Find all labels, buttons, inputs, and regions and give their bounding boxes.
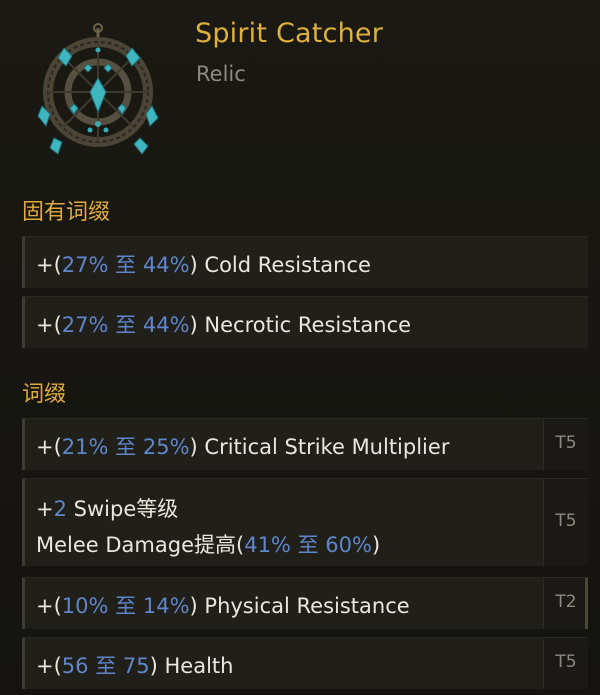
implicit-row: +(27% 至 44%) Cold Resistance xyxy=(22,236,588,288)
affix-text: +(56 至 75) Health xyxy=(36,654,234,678)
affix-row: +(10% 至 14%) Physical Resistance T2 xyxy=(22,577,588,629)
tier-label: T5 xyxy=(555,511,577,531)
affix-text: +(21% 至 25%) Critical Strike Multiplier xyxy=(36,435,450,459)
row-accent xyxy=(22,578,25,629)
affix-text: +(10% 至 14%) Physical Resistance xyxy=(36,594,410,618)
item-tooltip: Spirit Catcher Relic 固有词缀 +(27% 至 44%) C… xyxy=(0,0,600,695)
row-accent xyxy=(22,237,25,288)
affix-text-line2: Melee Damage提高(41% 至 60%) xyxy=(36,533,381,557)
item-type: Relic xyxy=(196,62,246,86)
affix-text: +(27% 至 44%) Cold Resistance xyxy=(36,253,371,277)
affix-text: +(27% 至 44%) Necrotic Resistance xyxy=(36,313,412,337)
dreamcatcher-relic-icon xyxy=(28,20,168,160)
implicit-section-title: 固有词缀 xyxy=(22,200,111,225)
tier-label: T5 xyxy=(555,652,577,672)
item-name: Spirit Catcher xyxy=(195,18,384,49)
row-accent xyxy=(22,419,25,470)
affix-section-title: 词缀 xyxy=(22,382,67,407)
item-header: Spirit Catcher Relic xyxy=(0,0,600,180)
tier-label: T2 xyxy=(555,592,577,612)
affix-row: +2 Swipe等级 Melee Damage提高(41% 至 60%) T5 xyxy=(22,478,588,566)
row-accent xyxy=(22,297,25,348)
row-accent xyxy=(22,638,25,689)
affix-row: +(21% 至 25%) Critical Strike Multiplier … xyxy=(22,418,588,470)
tier-label: T5 xyxy=(555,433,577,453)
implicit-row: +(27% 至 44%) Necrotic Resistance xyxy=(22,296,588,348)
row-accent xyxy=(22,479,25,566)
affix-row: +(56 至 75) Health T5 xyxy=(22,637,588,689)
affix-text-line1: +2 Swipe等级 xyxy=(36,497,179,521)
